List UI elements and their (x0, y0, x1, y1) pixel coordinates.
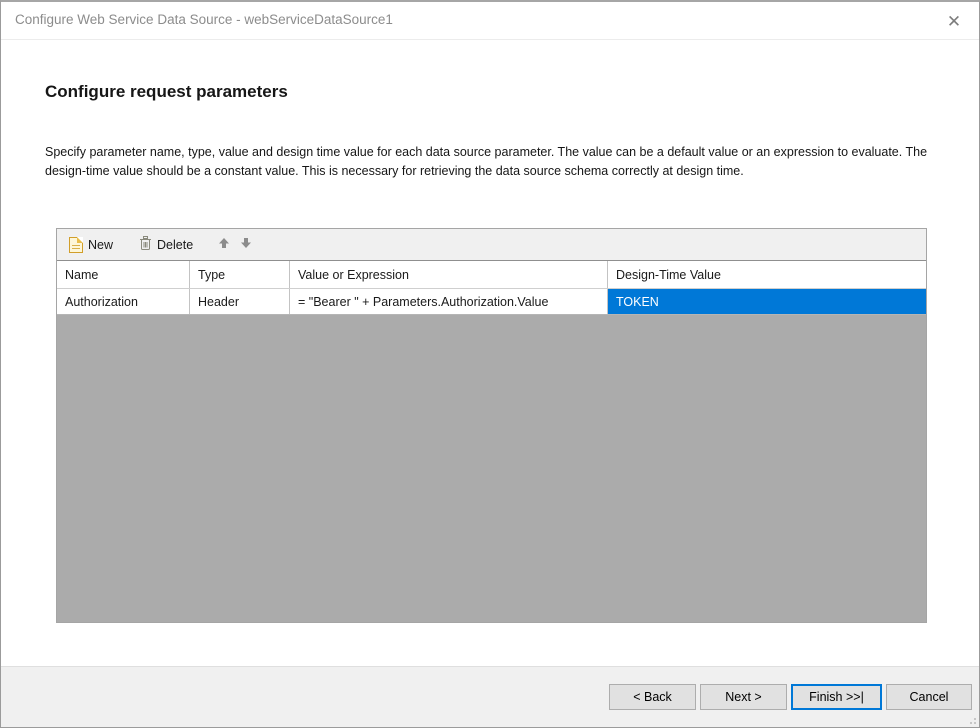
move-down-button[interactable] (235, 233, 257, 257)
trash-icon (139, 236, 152, 254)
titlebar: Configure Web Service Data Source - webS… (1, 2, 979, 40)
cell-name[interactable]: Authorization (57, 289, 190, 314)
footer-bar: < Back Next > Finish >>| Cancel (1, 666, 979, 727)
cell-design-time-value[interactable]: TOKEN (608, 289, 926, 314)
move-up-button[interactable] (213, 233, 235, 257)
grid-empty-area (57, 315, 926, 622)
table-row: Authorization Header = "Bearer " + Param… (57, 289, 926, 315)
next-button[interactable]: Next > (700, 684, 787, 710)
wizard-dialog: Configure Web Service Data Source - webS… (0, 0, 980, 728)
grid-header-row: Name Type Value or Expression Design-Tim… (57, 261, 926, 289)
parameters-editor: New Delete (56, 228, 927, 623)
delete-parameter-button[interactable]: Delete (133, 233, 199, 257)
column-header-design-time-value: Design-Time Value (608, 261, 926, 288)
down-arrow-icon (240, 236, 252, 254)
up-arrow-icon (218, 236, 230, 254)
finish-button[interactable]: Finish >>| (791, 684, 882, 710)
page-title: Configure request parameters (45, 82, 288, 102)
cell-value-expression[interactable]: = "Bearer " + Parameters.Authorization.V… (290, 289, 608, 314)
new-parameter-button[interactable]: New (63, 233, 119, 257)
cell-type[interactable]: Header (190, 289, 290, 314)
column-header-value: Value or Expression (290, 261, 608, 288)
parameters-toolbar: New Delete (57, 229, 926, 261)
window-title: Configure Web Service Data Source - webS… (15, 12, 393, 27)
new-button-label: New (88, 238, 113, 252)
delete-button-label: Delete (157, 238, 193, 252)
close-icon[interactable]: ✕ (941, 9, 967, 33)
cancel-button[interactable]: Cancel (886, 684, 972, 710)
column-header-name: Name (57, 261, 190, 288)
column-header-type: Type (190, 261, 290, 288)
page-description: Specify parameter name, type, value and … (45, 143, 940, 181)
back-button[interactable]: < Back (609, 684, 696, 710)
resize-grip-icon[interactable] (968, 716, 976, 724)
new-document-icon (69, 237, 83, 253)
